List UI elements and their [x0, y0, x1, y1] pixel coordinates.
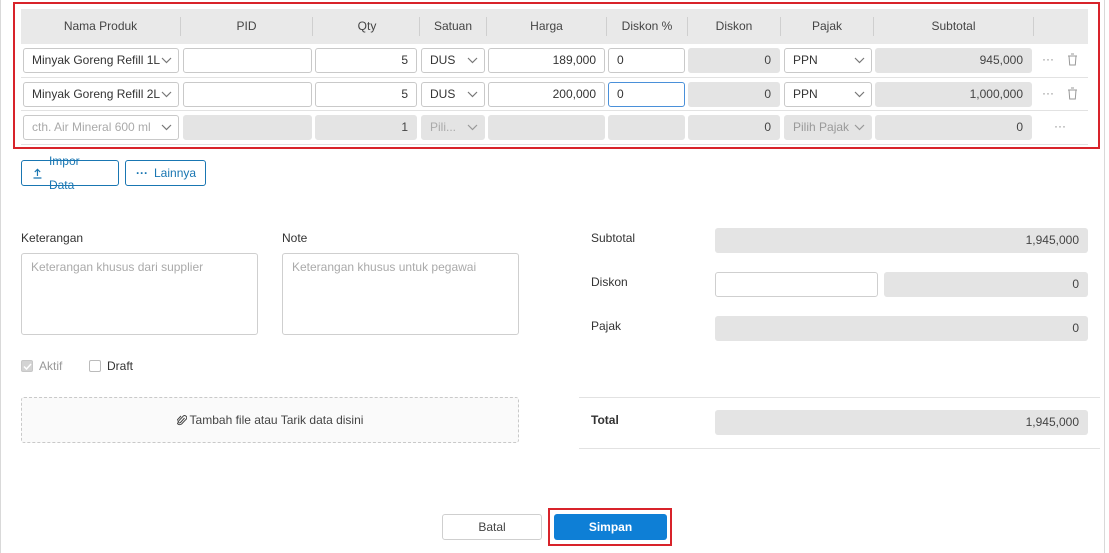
tax-total: 0	[715, 316, 1088, 341]
upload-icon	[33, 167, 42, 179]
divider	[579, 448, 1100, 449]
divider	[579, 397, 1100, 398]
discount-label: Diskon	[591, 275, 628, 289]
note-label: Note	[282, 231, 308, 245]
total-label: Total	[591, 413, 619, 427]
paperclip-icon	[176, 415, 187, 426]
tax-label: Pajak	[591, 319, 622, 333]
keterangan-textarea[interactable]: Keterangan khusus dari supplier	[21, 253, 258, 335]
attachment-dropzone[interactable]: Tambah file atau Tarik data disini	[21, 397, 519, 443]
discount-total: 0	[884, 272, 1088, 297]
aktif-checkbox[interactable]: Aktif	[21, 359, 62, 373]
grand-total: 1,945,000	[715, 410, 1088, 435]
keterangan-label: Keterangan	[21, 231, 84, 245]
discount-input[interactable]	[715, 272, 878, 297]
note-textarea[interactable]: Keterangan khusus untuk pegawai	[282, 253, 519, 335]
more-icon: ···	[136, 166, 148, 180]
more-button[interactable]: ··· Lainnya	[125, 160, 206, 186]
subtotal-total: 1,945,000	[715, 228, 1088, 253]
draft-checkbox[interactable]: Draft	[89, 359, 133, 373]
cancel-button[interactable]: Batal	[442, 514, 542, 540]
table-highlight	[13, 2, 1100, 149]
import-data-button[interactable]: Impor Data	[21, 154, 119, 192]
save-highlight	[548, 508, 672, 546]
check-icon	[21, 360, 33, 372]
subtotal-label: Subtotal	[591, 231, 636, 245]
